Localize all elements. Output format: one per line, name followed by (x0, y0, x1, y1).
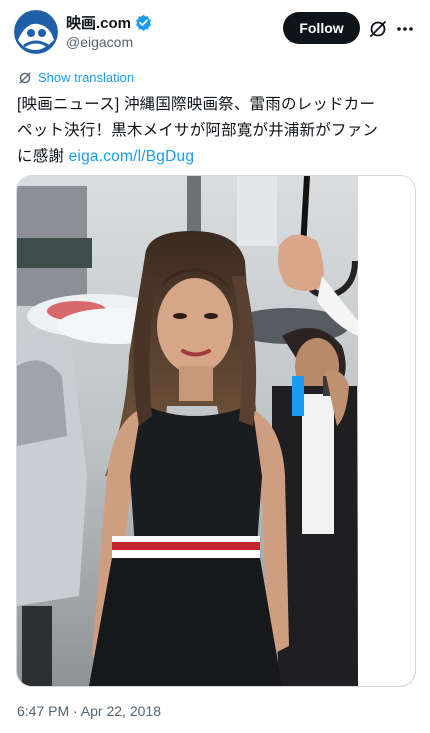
tweet-header: 映画.com @eigacom Follow (0, 0, 430, 64)
verified-badge-icon (136, 14, 151, 31)
media-photo[interactable] (17, 176, 415, 686)
user-handle[interactable]: @eigacom (66, 34, 133, 50)
avatar-logo-icon (14, 10, 58, 54)
tweet-text: [映画ニュース] 沖縄国際映画祭、雷雨のレッドカー ペット決行！黒木メイサが阿部… (17, 92, 417, 170)
tweet-text-line-3: に感謝 eiga.com/l/BgDug (17, 144, 417, 170)
tweet-text-line-1: [映画ニュース] 沖縄国際映画祭、雷雨のレッドカー (17, 96, 376, 113)
tweet-timestamp[interactable]: 6:47 PM · Apr 22, 2018 (17, 703, 161, 719)
show-translation[interactable]: Show translation (18, 70, 134, 85)
translate-icon (19, 71, 31, 84)
tweet-text-line-3-prefix: に感謝 (17, 148, 69, 165)
tweet-text-line-2: ペット決行！黒木メイサが阿部寛が井浦新がファン (17, 122, 379, 139)
show-translation-label[interactable]: Show translation (38, 70, 134, 85)
more-icon[interactable] (395, 19, 415, 39)
display-name[interactable]: 映画.com (66, 12, 131, 33)
tweet-media[interactable] (16, 175, 416, 687)
avatar[interactable] (14, 10, 58, 54)
name-row: 映画.com (66, 12, 152, 33)
tweet-link[interactable]: eiga.com/l/BgDug (69, 148, 195, 165)
grok-icon[interactable] (368, 19, 388, 39)
follow-button[interactable]: Follow (283, 12, 360, 44)
